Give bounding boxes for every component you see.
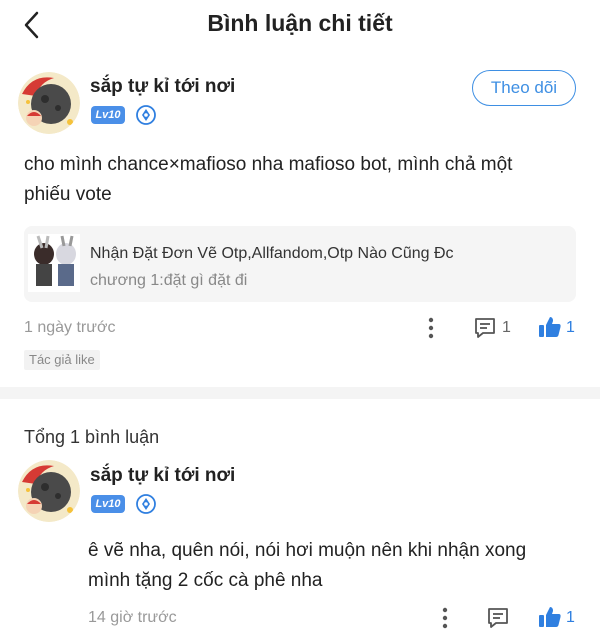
verified-badge-icon bbox=[136, 105, 156, 125]
total-comments-label: Tổng 1 bình luận bbox=[24, 427, 160, 447]
story-chapter: chương 1:đặt gì đặt đi bbox=[90, 272, 248, 289]
reply-username[interactable]: sắp tự kỉ tới nơi bbox=[90, 465, 235, 487]
page-title: Bình luận chi tiết bbox=[207, 10, 393, 36]
story-cover-image bbox=[28, 234, 80, 292]
top-bar: Bình luận chi tiết bbox=[0, 0, 600, 50]
verified-badge-icon bbox=[136, 494, 156, 514]
more-vertical-icon[interactable] bbox=[426, 317, 436, 339]
thumbs-up-icon[interactable] bbox=[538, 315, 562, 339]
reply-timestamp: 14 giờ trước bbox=[88, 609, 177, 626]
author-liked-tag: Tác giả like bbox=[24, 350, 100, 370]
comment-count: 1 bbox=[502, 319, 511, 336]
comment-icon[interactable] bbox=[473, 316, 497, 340]
comment-text-line2: phiếu vote bbox=[24, 184, 112, 205]
reply-text-line1: ê vẽ nha, quên nói, nói hơi muộn nên khi… bbox=[88, 540, 527, 561]
more-vertical-icon[interactable] bbox=[440, 607, 450, 629]
avatar[interactable] bbox=[18, 72, 80, 134]
thumbs-up-icon[interactable] bbox=[538, 605, 562, 629]
username[interactable]: sắp tự kỉ tới nơi bbox=[90, 76, 235, 98]
reply-level-badge: Lv10 bbox=[91, 495, 125, 513]
reply-avatar[interactable] bbox=[18, 460, 80, 522]
section-divider bbox=[0, 387, 600, 399]
post-timestamp: 1 ngày trước bbox=[24, 319, 116, 336]
story-title: Nhận Đặt Đơn Vẽ Otp,Allfandom,Otp Nào Cũ… bbox=[90, 245, 454, 262]
comment-text-line1: cho mình chance×mafioso nha mafioso bot,… bbox=[24, 154, 513, 175]
reply-like-count: 1 bbox=[566, 609, 575, 626]
comment-icon[interactable] bbox=[486, 606, 510, 630]
linked-story-card[interactable]: Nhận Đặt Đơn Vẽ Otp,Allfandom,Otp Nào Cũ… bbox=[24, 226, 576, 302]
level-badge: Lv10 bbox=[91, 106, 125, 124]
like-count: 1 bbox=[566, 319, 575, 336]
follow-button[interactable]: Theo dõi bbox=[472, 70, 576, 106]
reply-text-line2: mình tặng 2 cốc cà phê nha bbox=[88, 570, 323, 591]
